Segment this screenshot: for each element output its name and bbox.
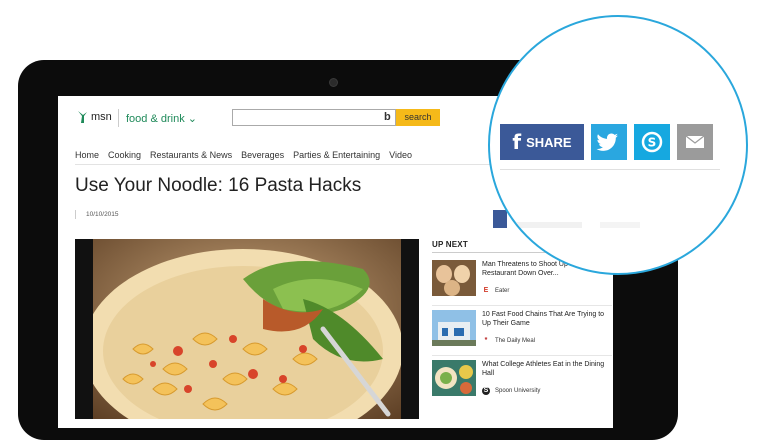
search-input[interactable] bbox=[232, 109, 396, 126]
msn-butterfly-icon bbox=[78, 111, 87, 123]
eggs-thumbnail bbox=[432, 260, 476, 296]
up-next-item-title: 10 Fast Food Chains That Are Trying to U… bbox=[482, 311, 605, 327]
up-next-heading: UP NEXT bbox=[432, 240, 468, 249]
up-next-item-source: S Spoon University bbox=[482, 387, 540, 395]
source-label: Spoon University bbox=[495, 388, 541, 394]
search-button[interactable]: search bbox=[396, 109, 440, 126]
up-next-item-source: * The Daily Meal bbox=[482, 337, 535, 345]
facebook-icon: f bbox=[512, 130, 522, 154]
tablet-camera bbox=[329, 78, 338, 87]
share-divider bbox=[500, 169, 720, 170]
nav-item-video[interactable]: Video bbox=[389, 150, 412, 160]
up-next-item-title: What College Athletes Eat in the Dining … bbox=[482, 361, 605, 377]
nav-item-parties-entertaining[interactable]: Parties & Entertaining bbox=[293, 150, 380, 160]
section-dropdown[interactable]: food & drink ⌄ bbox=[126, 112, 197, 125]
dining-thumbnail bbox=[432, 360, 476, 396]
up-next-item-source: E Eater bbox=[482, 287, 510, 295]
nav-item-beverages[interactable]: Beverages bbox=[241, 150, 284, 160]
chevron-down-icon: ⌄ bbox=[187, 113, 197, 125]
email-icon bbox=[685, 135, 705, 148]
email-share-button[interactable] bbox=[677, 124, 713, 160]
faint-text-line bbox=[502, 222, 582, 228]
msn-logo[interactable]: msn bbox=[76, 110, 112, 124]
svg-text:S: S bbox=[648, 136, 657, 150]
nav-item-home[interactable]: Home bbox=[75, 150, 99, 160]
logo-text: msn bbox=[91, 111, 112, 123]
facebook-share-label: SHARE bbox=[526, 134, 572, 150]
twitter-share-button[interactable] bbox=[591, 124, 627, 160]
date-divider bbox=[75, 210, 76, 219]
nav-bar: Home Cooking Restaurants & News Beverage… bbox=[75, 150, 412, 160]
bing-icon: b bbox=[384, 111, 391, 123]
article-title: Use Your Noodle: 16 Pasta Hacks bbox=[75, 175, 362, 196]
faint-text-line bbox=[600, 222, 640, 228]
source-label: Eater bbox=[495, 288, 510, 294]
nav-item-restaurants-news[interactable]: Restaurants & News bbox=[150, 150, 232, 160]
article-date: 10/10/2015 bbox=[86, 211, 119, 218]
nav-divider bbox=[75, 164, 545, 165]
daily-meal-icon: * bbox=[484, 337, 488, 344]
pasta-photo bbox=[93, 239, 401, 419]
item-divider bbox=[432, 305, 612, 306]
spoon-university-icon: S bbox=[482, 387, 490, 395]
item-divider bbox=[432, 355, 612, 356]
up-next-item[interactable]: What College Athletes Eat in the Dining … bbox=[432, 360, 612, 402]
eater-icon: E bbox=[483, 287, 489, 294]
up-next-item[interactable]: 10 Fast Food Chains That Are Trying to U… bbox=[432, 310, 612, 352]
skype-share-button[interactable]: S bbox=[634, 124, 670, 160]
facebook-share-button[interactable]: f SHARE bbox=[500, 124, 584, 160]
nav-item-cooking[interactable]: Cooking bbox=[108, 150, 141, 160]
skype-icon: S bbox=[641, 131, 663, 153]
magnifier-callout: f SHARE S bbox=[488, 15, 748, 275]
article-hero-image[interactable]: › bbox=[75, 239, 419, 419]
source-label: The Daily Meal bbox=[495, 338, 536, 344]
header-divider bbox=[118, 109, 119, 127]
twitter-icon bbox=[596, 133, 618, 151]
section-label: food & drink bbox=[126, 113, 185, 125]
restaurant-thumbnail bbox=[432, 310, 476, 346]
